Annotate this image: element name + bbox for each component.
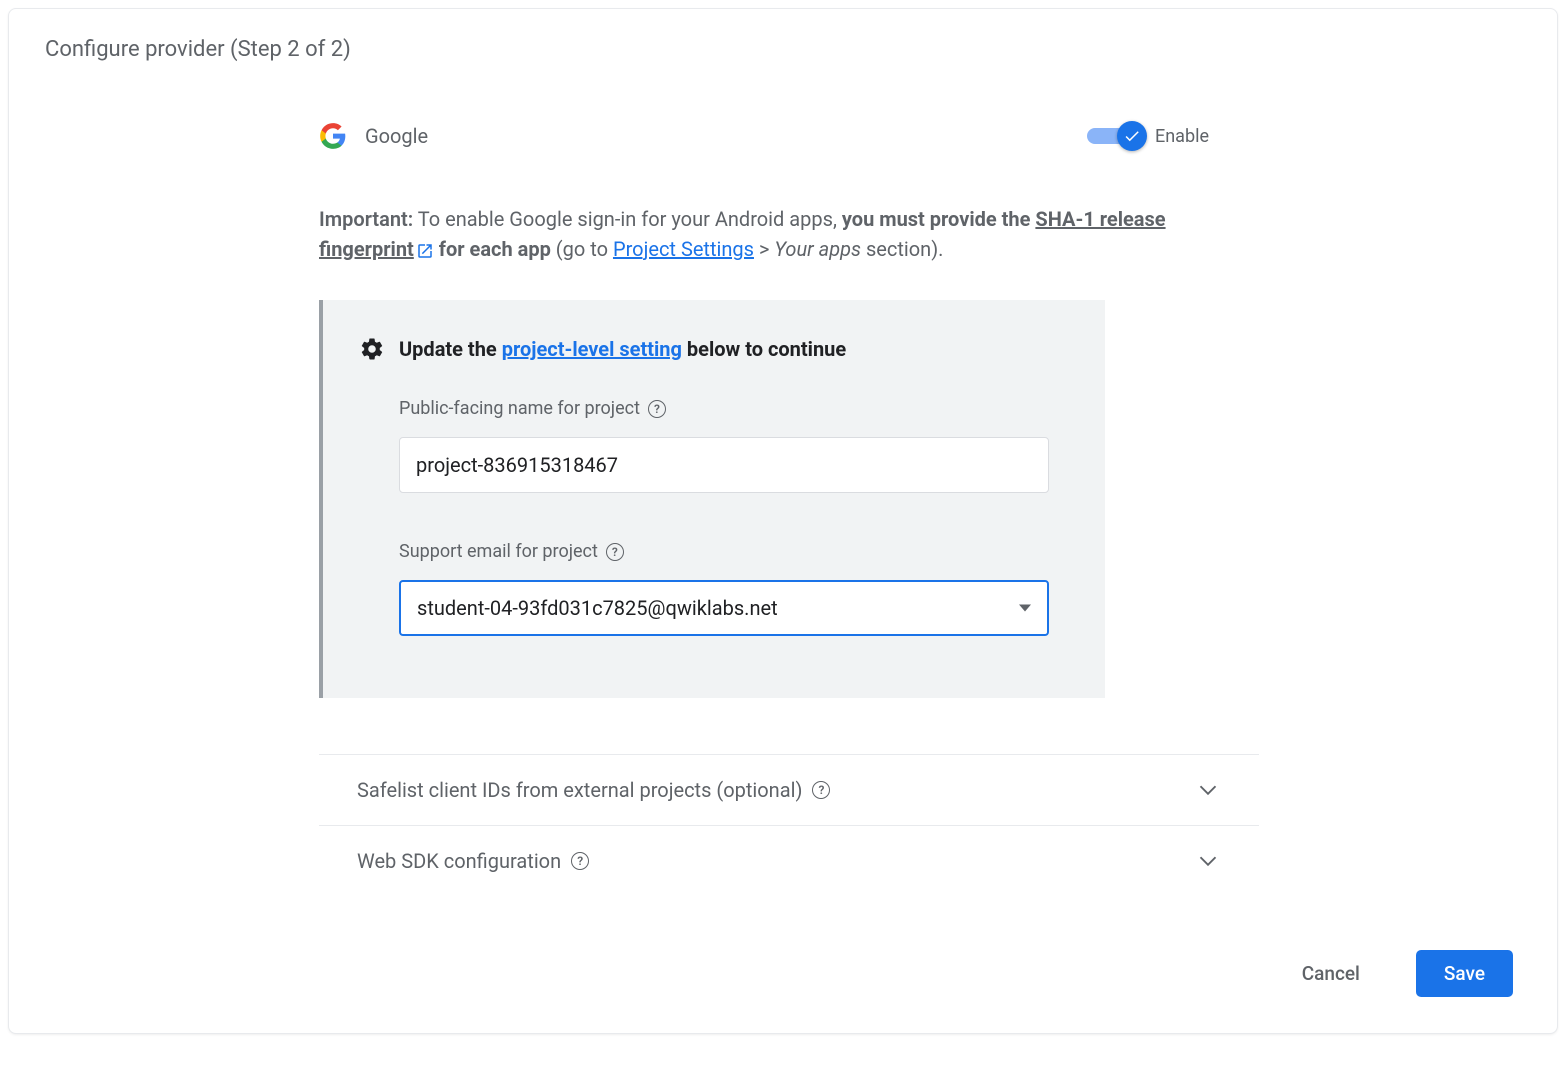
- actions-row: Cancel Save: [45, 950, 1521, 997]
- project-level-setting-link[interactable]: project-level setting: [502, 337, 682, 361]
- public-name-label: Public-facing name for project ?: [399, 398, 1069, 419]
- enable-toggle-container: Enable: [1087, 126, 1209, 147]
- page-title: Configure provider (Step 2 of 2): [45, 37, 1521, 62]
- websdk-section[interactable]: Web SDK configuration ?: [319, 825, 1259, 896]
- public-name-field-group: Public-facing name for project ?: [399, 398, 1069, 493]
- gear-icon: [359, 336, 385, 362]
- chevron-down-icon: [1195, 777, 1221, 803]
- panel-header: Update the project-level setting below t…: [359, 336, 1069, 362]
- save-button[interactable]: Save: [1416, 950, 1513, 997]
- support-email-label: Support email for project ?: [399, 541, 1069, 562]
- provider-row: Google Enable: [319, 122, 1259, 150]
- chevron-down-icon: [1195, 848, 1221, 874]
- enable-toggle-label: Enable: [1155, 126, 1209, 147]
- public-name-input[interactable]: [399, 437, 1049, 493]
- support-email-field-group: Support email for project ? student-04-9…: [399, 541, 1069, 636]
- external-link-icon: [416, 242, 434, 260]
- support-email-select[interactable]: student-04-93fd031c7825@qwiklabs.net: [399, 580, 1049, 636]
- cancel-button[interactable]: Cancel: [1274, 950, 1388, 997]
- google-logo-icon: [319, 122, 347, 150]
- provider-name: Google: [365, 124, 1087, 148]
- enable-toggle[interactable]: [1087, 126, 1145, 146]
- dropdown-arrow-icon: [1019, 605, 1031, 612]
- important-prefix: Important:: [319, 207, 413, 231]
- project-settings-panel: Update the project-level setting below t…: [319, 300, 1105, 698]
- toggle-thumb: [1117, 121, 1147, 151]
- help-icon[interactable]: ?: [812, 781, 830, 799]
- help-icon[interactable]: ?: [571, 852, 589, 870]
- websdk-label: Web SDK configuration: [357, 849, 561, 873]
- safelist-label: Safelist client IDs from external projec…: [357, 778, 802, 802]
- support-email-value: student-04-93fd031c7825@qwiklabs.net: [417, 596, 778, 620]
- check-icon: [1123, 127, 1141, 145]
- help-icon[interactable]: ?: [648, 400, 666, 418]
- configure-provider-card: Configure provider (Step 2 of 2) Google …: [8, 8, 1558, 1034]
- important-notice: Important: To enable Google sign-in for …: [319, 204, 1259, 264]
- content-column: Google Enable Important: To enable Googl…: [319, 122, 1259, 896]
- safelist-section[interactable]: Safelist client IDs from external projec…: [319, 754, 1259, 825]
- help-icon[interactable]: ?: [606, 543, 624, 561]
- project-settings-link[interactable]: Project Settings: [613, 237, 754, 261]
